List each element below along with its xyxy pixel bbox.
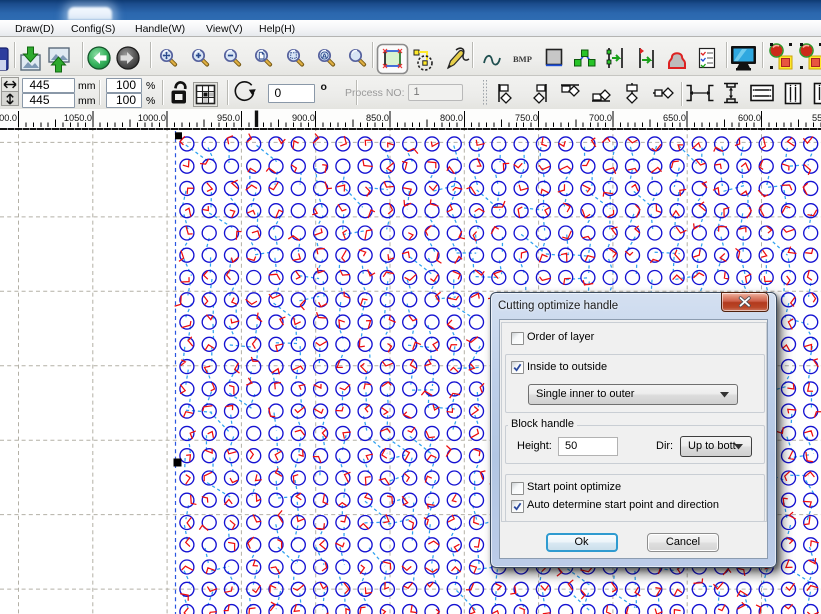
svg-text:o: o [321, 81, 327, 93]
svg-text:BMP: BMP [513, 54, 532, 64]
svg-text:A: A [322, 51, 328, 60]
